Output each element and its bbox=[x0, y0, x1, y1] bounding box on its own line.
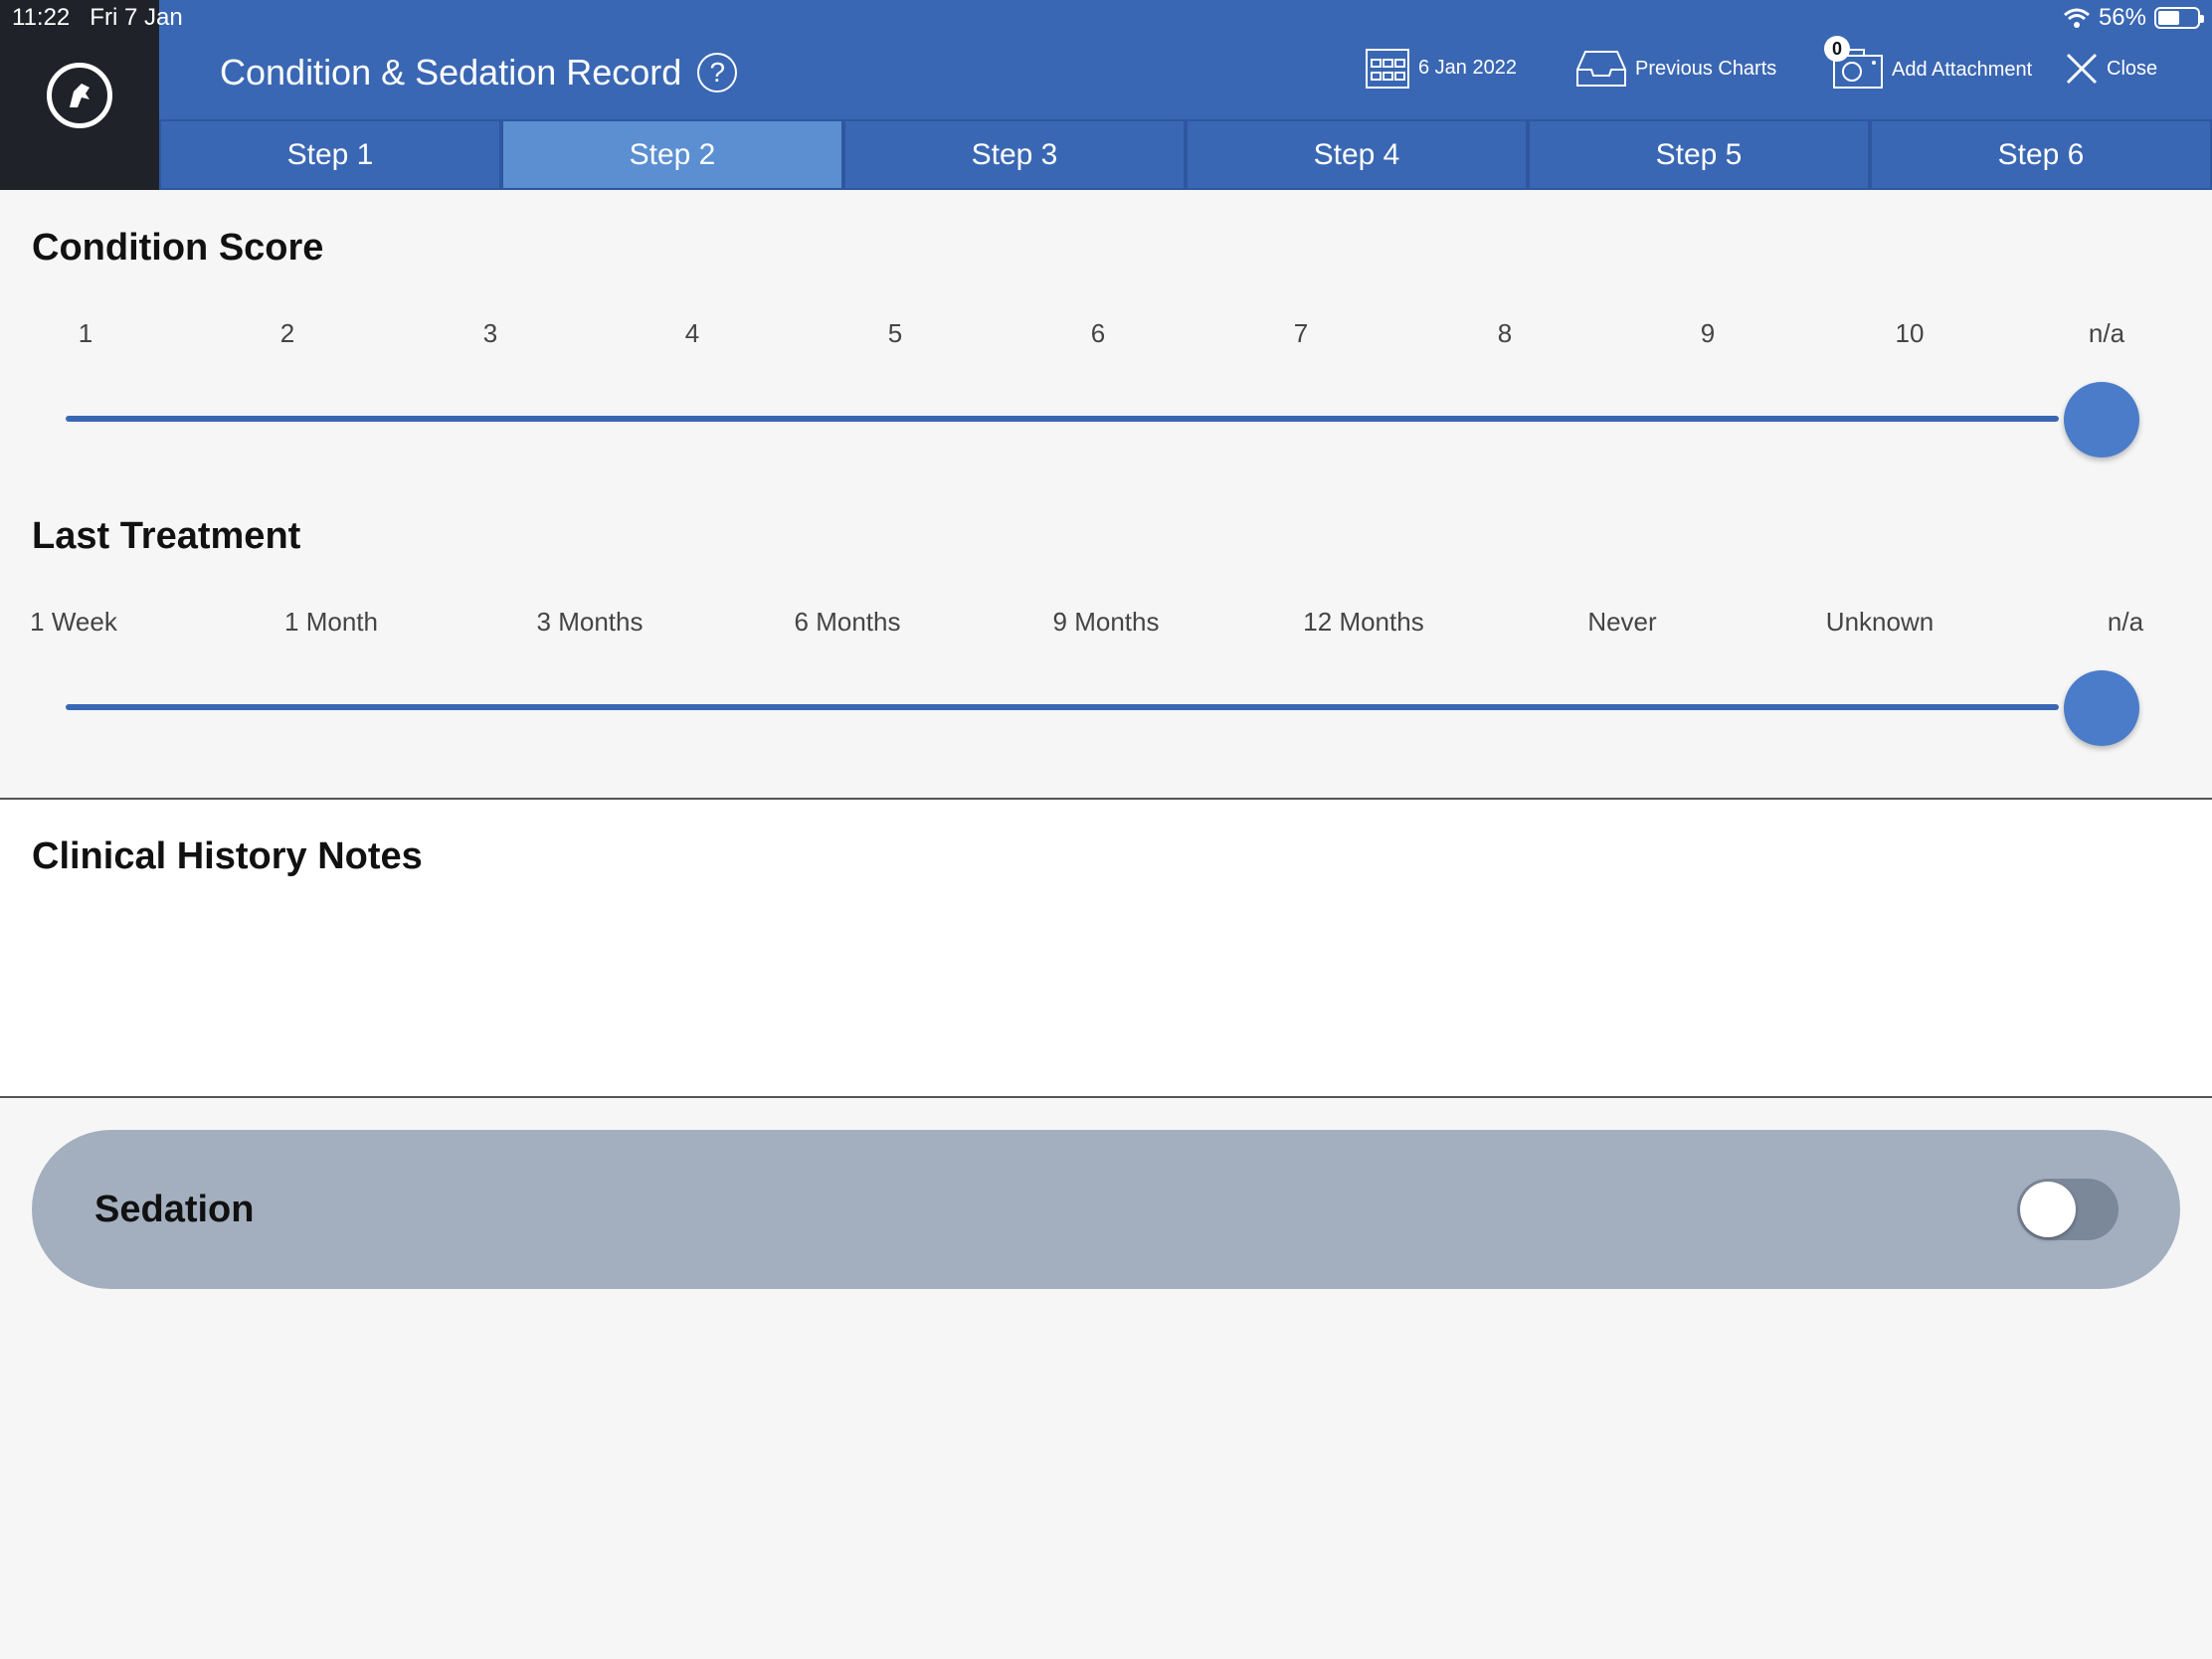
step-tabs: Step 1 Step 2 Step 3 Step 4 Step 5 Step … bbox=[159, 119, 2212, 190]
help-icon[interactable]: ? bbox=[697, 53, 738, 92]
last-treatment-option[interactable]: n/a bbox=[2108, 607, 2143, 638]
status-time: 11:22 Fri 7 Jan bbox=[12, 4, 183, 31]
tab-step-3[interactable]: Step 3 bbox=[843, 119, 1186, 190]
add-attachment-label: Add Attachment bbox=[1892, 58, 2033, 81]
last-treatment-title: Last Treatment bbox=[32, 515, 301, 557]
close-button[interactable]: Close bbox=[2065, 52, 2157, 86]
condition-score-option[interactable]: 3 bbox=[483, 318, 497, 349]
sedation-row: Sedation bbox=[32, 1130, 2180, 1289]
status-indicators: 56% bbox=[2063, 4, 2204, 32]
sedation-toggle-knob bbox=[2020, 1182, 2076, 1237]
close-icon bbox=[2066, 53, 2098, 85]
last-treatment-option[interactable]: 12 Months bbox=[1303, 607, 1423, 638]
wifi-icon bbox=[2063, 8, 2090, 28]
date-picker-button[interactable]: 6 Jan 2022 bbox=[1365, 46, 1517, 90]
condition-score-option[interactable]: 9 bbox=[1701, 318, 1715, 349]
condition-score-option[interactable]: 5 bbox=[888, 318, 902, 349]
condition-score-option[interactable]: 2 bbox=[280, 318, 294, 349]
inbox-icon bbox=[1576, 51, 1626, 87]
condition-score-option[interactable]: 1 bbox=[79, 318, 92, 349]
date-label: 6 Jan 2022 bbox=[1418, 56, 1517, 79]
tab-step-5[interactable]: Step 5 bbox=[1528, 119, 1870, 190]
last-treatment-slider-thumb[interactable] bbox=[2064, 670, 2139, 746]
sedation-toggle[interactable] bbox=[2017, 1179, 2119, 1240]
condition-score-slider-thumb[interactable] bbox=[2064, 382, 2139, 458]
app-header: 11:22 Fri 7 Jan 56% Condition & Sedation… bbox=[0, 0, 2212, 190]
last-treatment-option[interactable]: 9 Months bbox=[1053, 607, 1160, 638]
last-treatment-slider-track[interactable] bbox=[66, 704, 2059, 710]
tab-step-4[interactable]: Step 4 bbox=[1186, 119, 1528, 190]
sedation-label: Sedation bbox=[94, 1188, 255, 1230]
previous-charts-button[interactable]: Previous Charts bbox=[1575, 48, 1776, 90]
condition-score-title: Condition Score bbox=[32, 227, 324, 269]
calendar-icon bbox=[1366, 49, 1409, 89]
last-treatment-option[interactable]: Unknown bbox=[1826, 607, 1934, 638]
last-treatment-option[interactable]: 3 Months bbox=[537, 607, 644, 638]
last-treatment-option[interactable]: 1 Month bbox=[284, 607, 378, 638]
clinical-history-notes-field[interactable] bbox=[32, 899, 2180, 1078]
last-treatment-option[interactable]: 6 Months bbox=[795, 607, 901, 638]
status-date: Fri 7 Jan bbox=[90, 4, 183, 31]
condition-score-option[interactable]: 6 bbox=[1091, 318, 1105, 349]
page-title: Condition & Sedation Record ? bbox=[220, 52, 738, 93]
close-label: Close bbox=[2107, 57, 2158, 80]
condition-score-option[interactable]: 10 bbox=[1896, 318, 1925, 349]
tab-step-1[interactable]: Step 1 bbox=[159, 119, 501, 190]
clinical-history-notes-panel[interactable]: Clinical History Notes bbox=[0, 798, 2212, 1098]
add-attachment-button[interactable]: 0 Add Attachment bbox=[1824, 36, 2033, 95]
last-treatment-option[interactable]: Never bbox=[1587, 607, 1656, 638]
previous-charts-label: Previous Charts bbox=[1635, 57, 1777, 80]
battery-percent: 56% bbox=[2098, 4, 2146, 31]
page-title-text: Condition & Sedation Record bbox=[220, 52, 682, 92]
horse-logo-icon bbox=[47, 62, 112, 128]
clinical-history-notes-title: Clinical History Notes bbox=[32, 835, 423, 877]
battery-icon bbox=[2154, 7, 2204, 29]
condition-score-option[interactable]: 8 bbox=[1498, 318, 1512, 349]
condition-score-option[interactable]: 7 bbox=[1294, 318, 1308, 349]
condition-score-slider-track[interactable] bbox=[66, 416, 2059, 422]
last-treatment-option[interactable]: 1 Week bbox=[30, 607, 117, 638]
tab-step-6[interactable]: Step 6 bbox=[1870, 119, 2212, 190]
tab-step-2[interactable]: Step 2 bbox=[501, 119, 843, 190]
condition-score-option[interactable]: 4 bbox=[685, 318, 699, 349]
attachment-count-badge: 0 bbox=[1824, 36, 1850, 62]
condition-score-option[interactable]: n/a bbox=[2089, 318, 2124, 349]
